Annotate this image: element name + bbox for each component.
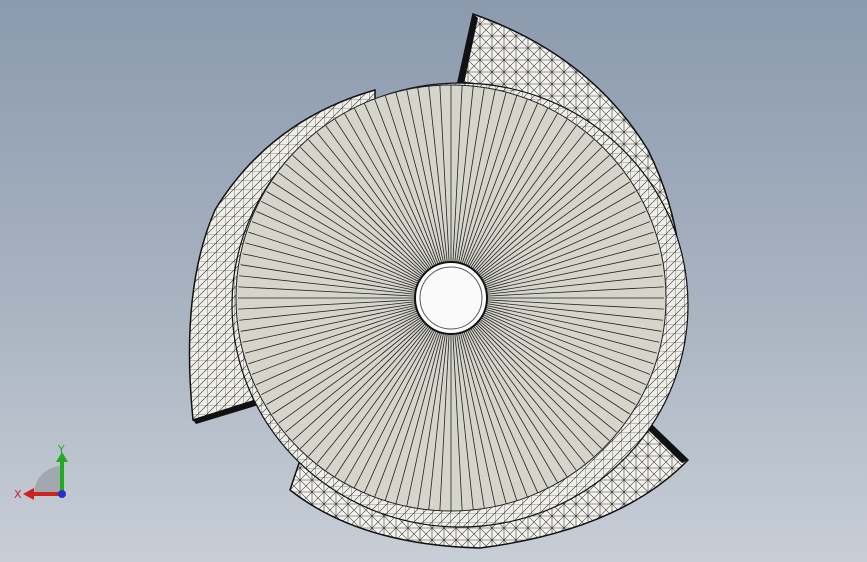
axis-triad: Y X [14, 443, 68, 501]
impeller-model[interactable] [0, 0, 867, 562]
triad-quadrant [34, 466, 62, 494]
y-axis-label: Y [57, 443, 65, 456]
x-axis-arrow [23, 488, 34, 500]
z-axis-dot [58, 490, 66, 498]
center-bore-inner [419, 266, 483, 330]
x-axis-label: X [14, 488, 22, 501]
graphics-viewport[interactable]: Y X [0, 0, 867, 562]
